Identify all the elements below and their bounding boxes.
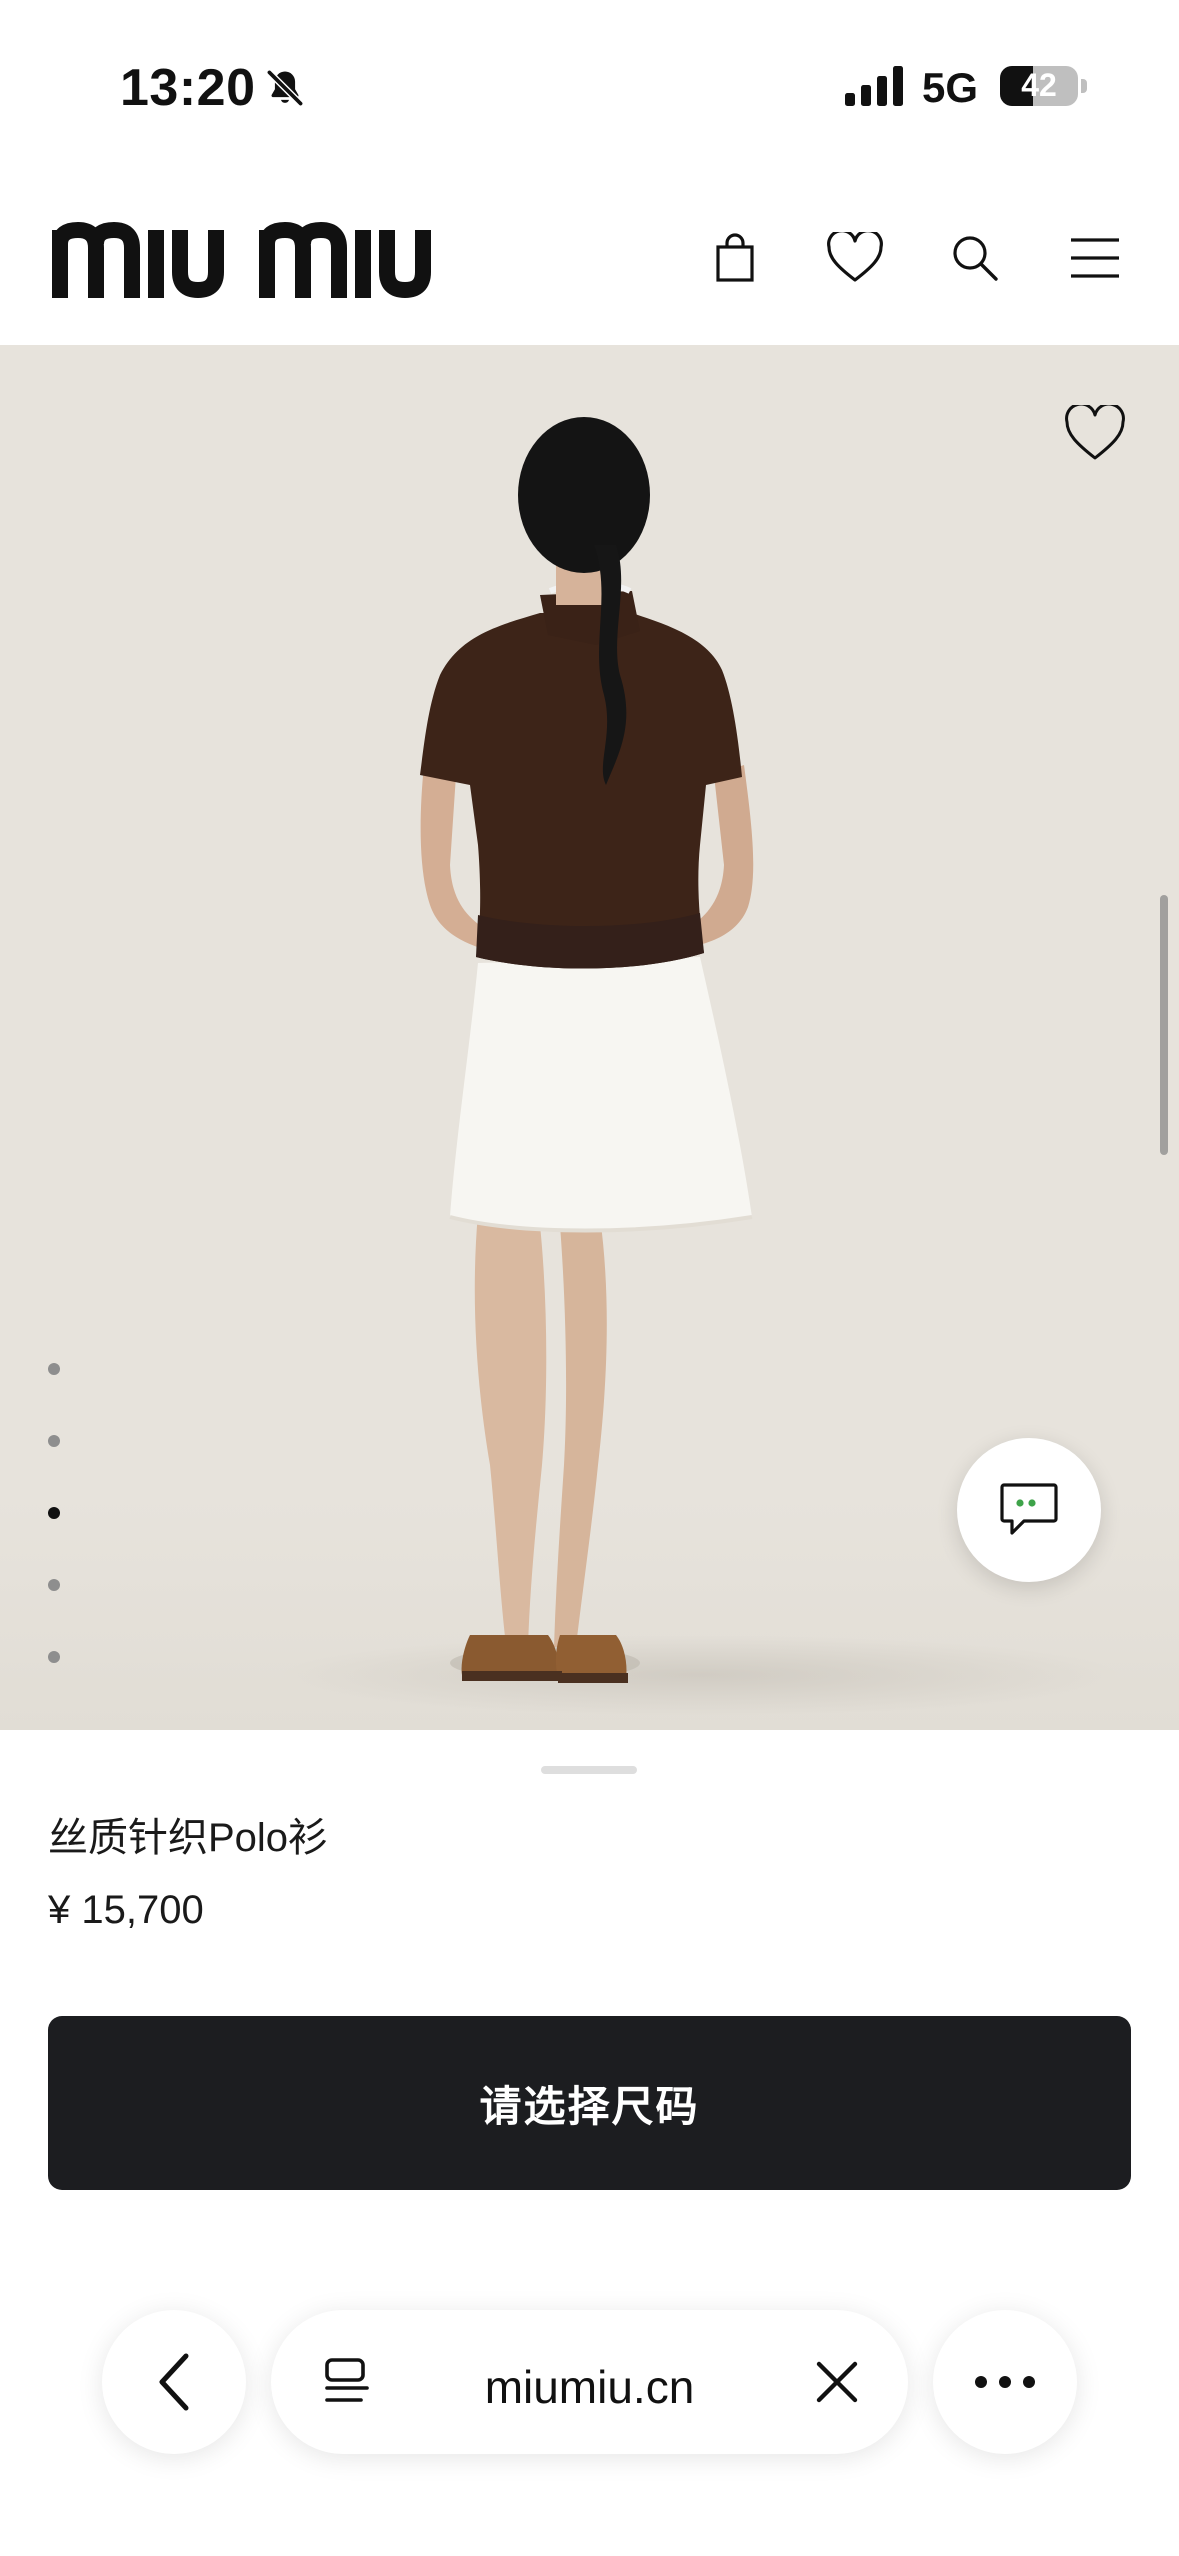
battery-level: 42: [1021, 67, 1057, 103]
gallery-dot[interactable]: [48, 1435, 60, 1447]
battery-icon: 42: [1000, 66, 1078, 106]
brand-logo[interactable]: [52, 218, 502, 298]
heart-icon: [827, 232, 883, 282]
close-icon[interactable]: [811, 2356, 863, 2408]
add-to-wishlist-icon[interactable]: [1064, 405, 1126, 463]
sheet-handle[interactable]: [541, 1766, 637, 1774]
address-bar[interactable]: miumiu.cn: [271, 2310, 908, 2454]
network-label: 5G: [922, 64, 979, 111]
site-header: [0, 150, 1179, 345]
shopping-bag-icon: [716, 233, 754, 282]
scrollbar[interactable]: [1160, 895, 1168, 1155]
wishlist-button[interactable]: [825, 228, 885, 288]
browser-more-button[interactable]: [933, 2310, 1077, 2454]
more-icon: [975, 2376, 1035, 2388]
chat-icon: [1000, 1483, 1058, 1535]
product-name: 丝质针织Polo衫: [48, 1816, 329, 1860]
search-button[interactable]: [945, 228, 1005, 288]
signal-icon: [845, 66, 903, 106]
status-time: 13:20: [120, 59, 256, 117]
bell-slash-icon: [266, 69, 304, 107]
shopping-bag-button[interactable]: [705, 228, 765, 288]
product-image-gallery[interactable]: [0, 345, 1179, 1730]
product-price: ¥ 15,700: [48, 1888, 204, 1932]
browser-back-button[interactable]: [102, 2310, 246, 2454]
gallery-dot[interactable]: [48, 1579, 60, 1591]
gallery-dot[interactable]: [48, 1651, 60, 1663]
search-icon: [953, 236, 998, 281]
gallery-dot[interactable]: [48, 1363, 60, 1375]
chat-button[interactable]: [957, 1438, 1101, 1582]
back-chevron-icon: [159, 2353, 189, 2411]
status-bar: 13:20 5G 42: [0, 0, 1179, 150]
battery-cap: [1081, 79, 1087, 93]
gallery-dot[interactable]: [48, 1507, 60, 1519]
menu-button[interactable]: [1065, 228, 1125, 288]
select-size-button[interactable]: 请选择尺码: [48, 2016, 1131, 2190]
menu-icon: [1071, 238, 1119, 278]
